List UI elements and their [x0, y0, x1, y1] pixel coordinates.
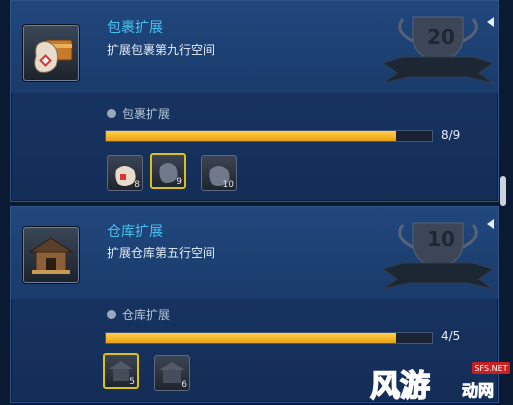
svg-text:风游: 风游 — [370, 369, 430, 404]
progress-bar — [105, 332, 433, 344]
reward-slot-9[interactable]: 9 — [150, 153, 186, 189]
slot-number: 5 — [129, 377, 135, 387]
bag-expansion-icon — [23, 25, 79, 81]
slot-number: 8 — [134, 180, 140, 190]
sub-achievement: 包裹扩展 — [107, 105, 170, 122]
status-dot-icon — [107, 310, 116, 319]
svg-text:动网: 动网 — [462, 381, 494, 400]
reward-slot-10[interactable]: 10 — [201, 155, 237, 191]
achievement-description: 扩展包裹第九行空间 — [107, 43, 216, 57]
achievement-title: 仓库扩展 — [107, 224, 163, 240]
reward-slot-5[interactable]: 5 — [103, 353, 139, 389]
progress-text: 4/5 — [441, 329, 461, 343]
svg-text:SFS.NET: SFS.NET — [474, 364, 507, 373]
slot-number: 10 — [222, 180, 234, 190]
progress-bar — [105, 130, 433, 142]
sub-achievement: 仓库扩展 — [107, 306, 170, 323]
progress-text: 8/9 — [441, 128, 461, 142]
reward-slot-6[interactable]: 6 — [154, 355, 190, 391]
reward-slot-8[interactable]: 8 — [107, 155, 143, 191]
collapse-arrow-icon[interactable] — [487, 219, 494, 229]
achievement-description: 扩展仓库第五行空间 — [107, 246, 216, 260]
slot-number: 9 — [176, 177, 182, 187]
watermark-logo: 风游 动网 SFS.NET — [369, 362, 510, 404]
trophy-points: 20 — [427, 25, 455, 49]
achievement-panel-bag: 包裹扩展 扩展包裹第九行空间 20 包裹扩展 8/9 8 9 10 — [10, 0, 499, 202]
slot-number: 6 — [181, 380, 187, 390]
sub-achievement-label: 仓库扩展 — [122, 308, 171, 322]
scrollbar-thumb[interactable] — [500, 176, 506, 206]
progress-fill — [106, 333, 397, 343]
trophy-points: 10 — [427, 227, 455, 251]
achievement-title: 包裹扩展 — [107, 20, 163, 36]
status-dot-icon — [107, 109, 116, 118]
sub-achievement-label: 包裹扩展 — [122, 107, 171, 121]
collapse-arrow-icon[interactable] — [487, 17, 494, 27]
progress-fill — [106, 131, 396, 141]
warehouse-expansion-icon — [23, 227, 79, 283]
